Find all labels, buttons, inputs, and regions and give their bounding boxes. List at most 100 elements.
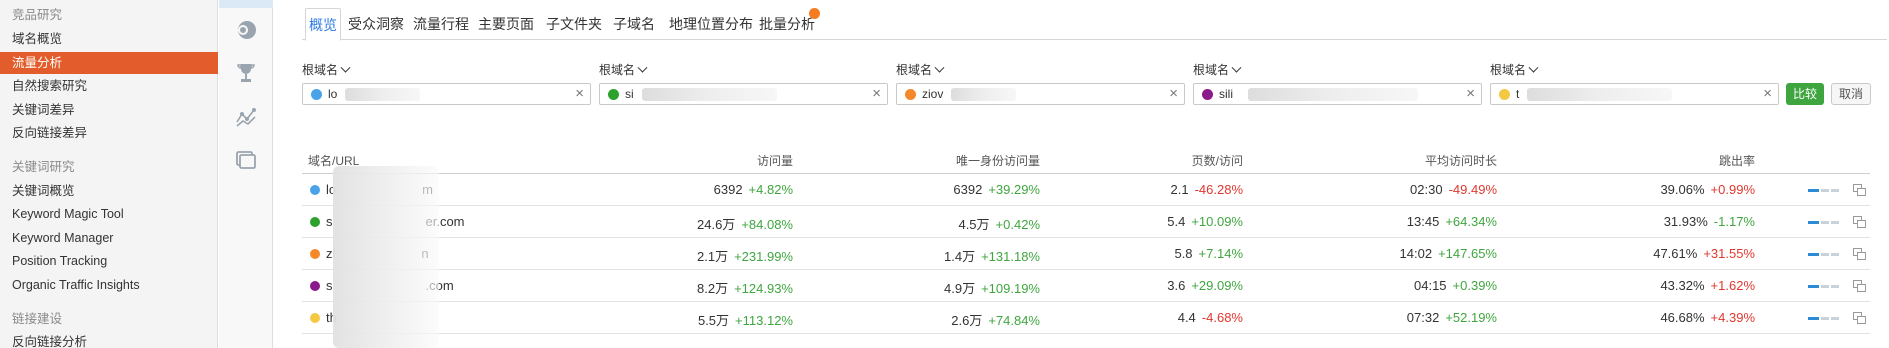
chevron-down-icon [637,62,648,73]
domain-input[interactable]: si × [599,83,888,105]
pages-per-visit-value: 2.1 [1170,182,1189,197]
close-icon[interactable]: × [1763,85,1772,103]
trophy-icon[interactable] [234,61,258,85]
avg-duration-value: 07:32 [1406,310,1440,325]
domain-type-dropdown[interactable]: 根域名 [896,61,945,78]
pages-per-visit-change: -46.28% [1194,182,1243,197]
trend-segment [1808,317,1819,320]
copy-icon[interactable] [1853,312,1866,324]
domain-type-label: 根域名 [896,63,933,77]
domain-input-value[interactable]: si [625,87,634,101]
copy-icon[interactable] [1853,184,1866,196]
visits-cell: 5.5万 +113.12% [698,310,793,329]
column-header[interactable]: 页数/访问 [1192,152,1243,169]
sidebar-item[interactable]: Keyword Manager [0,227,218,249]
domain-type-dropdown[interactable]: 根域名 [1490,61,1539,78]
visits-change: +231.99% [734,249,793,264]
tab-item[interactable]: 流量行程 [413,8,469,40]
close-icon[interactable]: × [1466,85,1475,103]
pages-per-visit-value: 5.4 [1167,214,1186,229]
domain-type-dropdown[interactable]: 根域名 [302,61,351,78]
trend-segment [1831,189,1839,192]
visits-value: 8.2万 [697,281,729,296]
sidebar-item[interactable]: 域名概览 [0,28,218,50]
sidebar-item[interactable]: Keyword Magic Tool [0,203,218,225]
trend-mini-bar[interactable] [1808,253,1839,256]
domain-input-value[interactable]: lo [328,87,337,101]
tab-item[interactable]: 地理位置分布 [669,8,753,40]
avg-duration-change: +64.34% [1445,214,1497,229]
trend-mini-bar[interactable] [1808,221,1839,224]
unique-visits-change: +131.18% [981,249,1040,264]
table-row: s er.com 24.6万 +84.08% 4.5万 +0.42% 5.4 +10.09% 1… [302,206,1870,238]
unique-visits-change: +0.42% [995,217,1040,232]
bounce-rate-cell: 47.61% +31.55% [1653,246,1755,261]
tab-item[interactable]: 子文件夹 [546,8,602,40]
trend-segment [1821,317,1829,320]
sidebar-item[interactable]: Organic Traffic Insights [0,274,218,296]
close-icon[interactable]: × [1169,85,1178,103]
domain-input-value[interactable]: t [1516,87,1519,101]
copy-icon[interactable] [1853,248,1866,260]
tab-item[interactable]: 概览 [305,8,341,41]
unique-visits-change: +39.29% [988,182,1040,197]
trend-mini-bar[interactable] [1808,189,1839,192]
pie-chart-icon[interactable] [234,18,258,42]
trend-segment [1821,253,1829,256]
sidebar: 竞品研究 域名概览 流量分析 自然搜索研究 关键词差异 反向链接差异 关键词研究 关键词概览 K… [0,0,218,348]
domain-color-dot [311,89,322,100]
tab-item[interactable]: 批量分析 [759,8,815,40]
table-row: s .com 8.2万 +124.93% 4.9万 +109.19% 3.6 +29.09% 0… [302,270,1870,302]
sidebar-item[interactable]: 反向链接分析 [0,331,218,348]
domain-input-value[interactable]: sili [1219,87,1233,101]
tab-bar: 概览 受众洞察 流量行程 主要页面 子文件夹 子域名 地理位置分布 批量分析 [302,8,1887,41]
copy-icon[interactable] [1853,280,1866,292]
bounce-rate-value: 31.93% [1663,214,1708,229]
unique-visits-change: +109.19% [981,281,1040,296]
cancel-button[interactable]: 取消 [1831,83,1871,105]
trend-mini-bar[interactable] [1808,285,1839,288]
sidebar-item[interactable]: 流量分析 [0,52,218,74]
sidebar-item[interactable]: 关键词差异 [0,99,218,121]
table-row: th 5.5万 +113.12% 2.6万 +74.84% 4.4 -4.68% 07:32 +… [302,302,1870,334]
pages-per-visit-change: +29.09% [1191,278,1243,293]
trend-segment [1821,221,1829,224]
network-graph-icon[interactable] [234,105,258,129]
domain-input[interactable]: ziov × [896,83,1185,105]
copy-icon[interactable] [1853,216,1866,228]
windows-icon[interactable] [234,148,258,172]
redacted-text [951,88,1016,101]
sidebar-item[interactable]: 反向链接差异 [0,122,218,144]
domain-type-dropdown[interactable]: 根域名 [1193,61,1242,78]
visits-value: 2.1万 [697,249,729,264]
sidebar-section-heading: 竞品研究 [12,8,63,22]
sidebar-item[interactable]: Position Tracking [0,250,218,272]
domain-type-dropdown[interactable]: 根域名 [599,61,648,78]
domain-color-dot [1202,89,1213,100]
column-header[interactable]: 唯一身份访问量 [956,152,1040,169]
compare-button[interactable]: 比较 [1786,83,1824,105]
domain-input[interactable]: lo × [302,83,591,105]
avg-duration-value: 13:45 [1406,214,1440,229]
column-header[interactable]: 访问量 [757,152,793,169]
domain-input-value[interactable]: ziov [922,87,943,101]
tab-item[interactable]: 子域名 [613,8,655,40]
avg-duration-value: 02:30 [1410,182,1443,197]
sidebar-item[interactable]: 关键词概览 [0,180,218,202]
tab-item[interactable]: 主要页面 [478,8,534,40]
trend-mini-bar[interactable] [1808,317,1839,320]
redacted-domain-overlay [333,166,439,348]
pages-per-visit-cell: 5.4 +10.09% [1167,214,1243,229]
domain-input[interactable]: sili × [1193,83,1482,105]
domain-input[interactable]: t × [1490,83,1779,105]
trend-segment [1808,253,1819,256]
column-header[interactable]: 平均访问时长 [1425,152,1497,169]
close-icon[interactable]: × [872,85,881,103]
column-header[interactable]: 跳出率 [1719,152,1755,169]
sidebar-item[interactable]: 自然搜索研究 [0,75,218,97]
unique-visits-cell: 4.9万 +109.19% [944,278,1040,297]
close-icon[interactable]: × [575,85,584,103]
table-header: 域名/URL 访问量 唯一身份访问量 页数/访问 平均访问时长 跳出率 [302,148,1870,174]
avg-duration-cell: 02:30 -49.49% [1410,182,1497,197]
tab-item[interactable]: 受众洞察 [348,8,404,40]
